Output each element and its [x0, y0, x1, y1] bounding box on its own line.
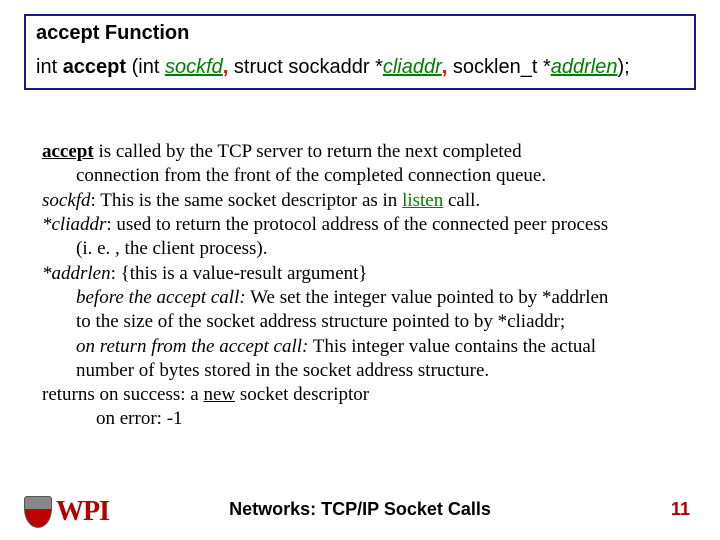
sig-mid2: socklen_t * [447, 56, 550, 78]
sig-arg1: sockfd [165, 56, 223, 78]
l7b: We set the integer value pointed to by *… [246, 287, 609, 308]
l11b: on success: a [95, 384, 204, 405]
prototype-signature: int accept (int sockfd, struct sockaddr … [36, 55, 684, 80]
title-word: Function [99, 22, 189, 44]
sig-name: accept [63, 56, 126, 78]
term-accept: accept [42, 141, 94, 162]
l6b: : {this is a value-result argument} [111, 263, 368, 284]
sig-open: (int [126, 56, 165, 78]
l2: connection from the front of the complet… [42, 164, 692, 188]
l11d: socket descriptor [235, 384, 369, 405]
slide: accept Function int accept (int sockfd, … [0, 0, 720, 540]
l3d: call. [443, 190, 480, 211]
term-returns: returns [42, 384, 95, 405]
l1b: is called by the TCP server to return th… [94, 141, 522, 162]
l9a: on return from the accept call: [76, 336, 308, 357]
body-text: accept is called by the TCP server to re… [42, 140, 692, 432]
page-number: 11 [671, 499, 690, 520]
sig-arg3: addrlen [551, 56, 618, 78]
l8: to the size of the socket address struct… [42, 310, 692, 334]
l4b: : used to return the protocol address of… [106, 214, 608, 235]
term-addrlen: *addrlen [42, 263, 111, 284]
prototype-title: accept Function [36, 22, 684, 45]
l7a: before the accept call: [76, 287, 246, 308]
l5: (i. e. , the client process). [42, 237, 692, 261]
footer-title: Networks: TCP/IP Socket Calls [0, 499, 720, 520]
sig-ret: int [36, 56, 63, 78]
term-new: new [203, 384, 235, 405]
term-cliaddr: *cliaddr [42, 214, 106, 235]
l10: number of bytes stored in the socket add… [42, 359, 692, 383]
sig-mid1: struct sockaddr * [228, 56, 383, 78]
l3b: : This is the same socket descriptor as … [91, 190, 403, 211]
l12: on error: -1 [42, 407, 692, 431]
term-sockfd: sockfd [42, 190, 91, 211]
l9b: This integer value contains the actual [308, 336, 596, 357]
term-listen: listen [402, 190, 443, 211]
sig-close: ); [617, 56, 629, 78]
sig-arg2: cliaddr [383, 56, 442, 78]
title-fn: accept [36, 22, 99, 44]
prototype-box: accept Function int accept (int sockfd, … [24, 14, 696, 90]
